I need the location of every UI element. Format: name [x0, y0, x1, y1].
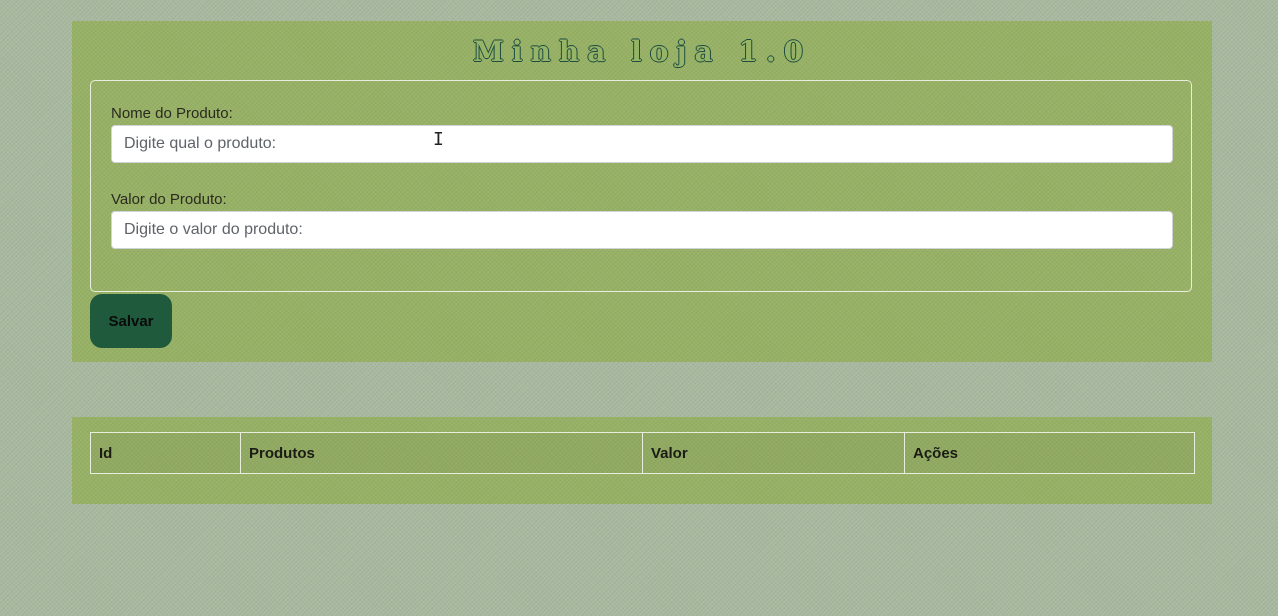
- product-value-input[interactable]: [111, 211, 1173, 249]
- text-cursor-icon: I: [433, 129, 444, 150]
- save-button[interactable]: Salvar: [90, 294, 172, 348]
- column-header-valor: Valor: [642, 432, 905, 474]
- product-form: Nome do Produto: I Valor do Produto:: [90, 80, 1192, 292]
- product-form-panel: Minha loja 1.0 Nome do Produto: I Valor …: [72, 21, 1212, 362]
- column-header-id: Id: [90, 432, 241, 474]
- product-name-input[interactable]: [111, 125, 1173, 163]
- products-table: Id Produtos Valor Ações: [90, 432, 1195, 474]
- column-header-produtos: Produtos: [240, 432, 643, 474]
- table-header-row: Id Produtos Valor Ações: [90, 432, 1195, 474]
- product-value-label: Valor do Produto:: [111, 191, 227, 208]
- product-name-label: Nome do Produto:: [111, 105, 233, 122]
- column-header-acoes: Ações: [904, 432, 1195, 474]
- page-title: Minha loja 1.0: [472, 35, 812, 68]
- products-table-panel: Id Produtos Valor Ações: [72, 417, 1212, 504]
